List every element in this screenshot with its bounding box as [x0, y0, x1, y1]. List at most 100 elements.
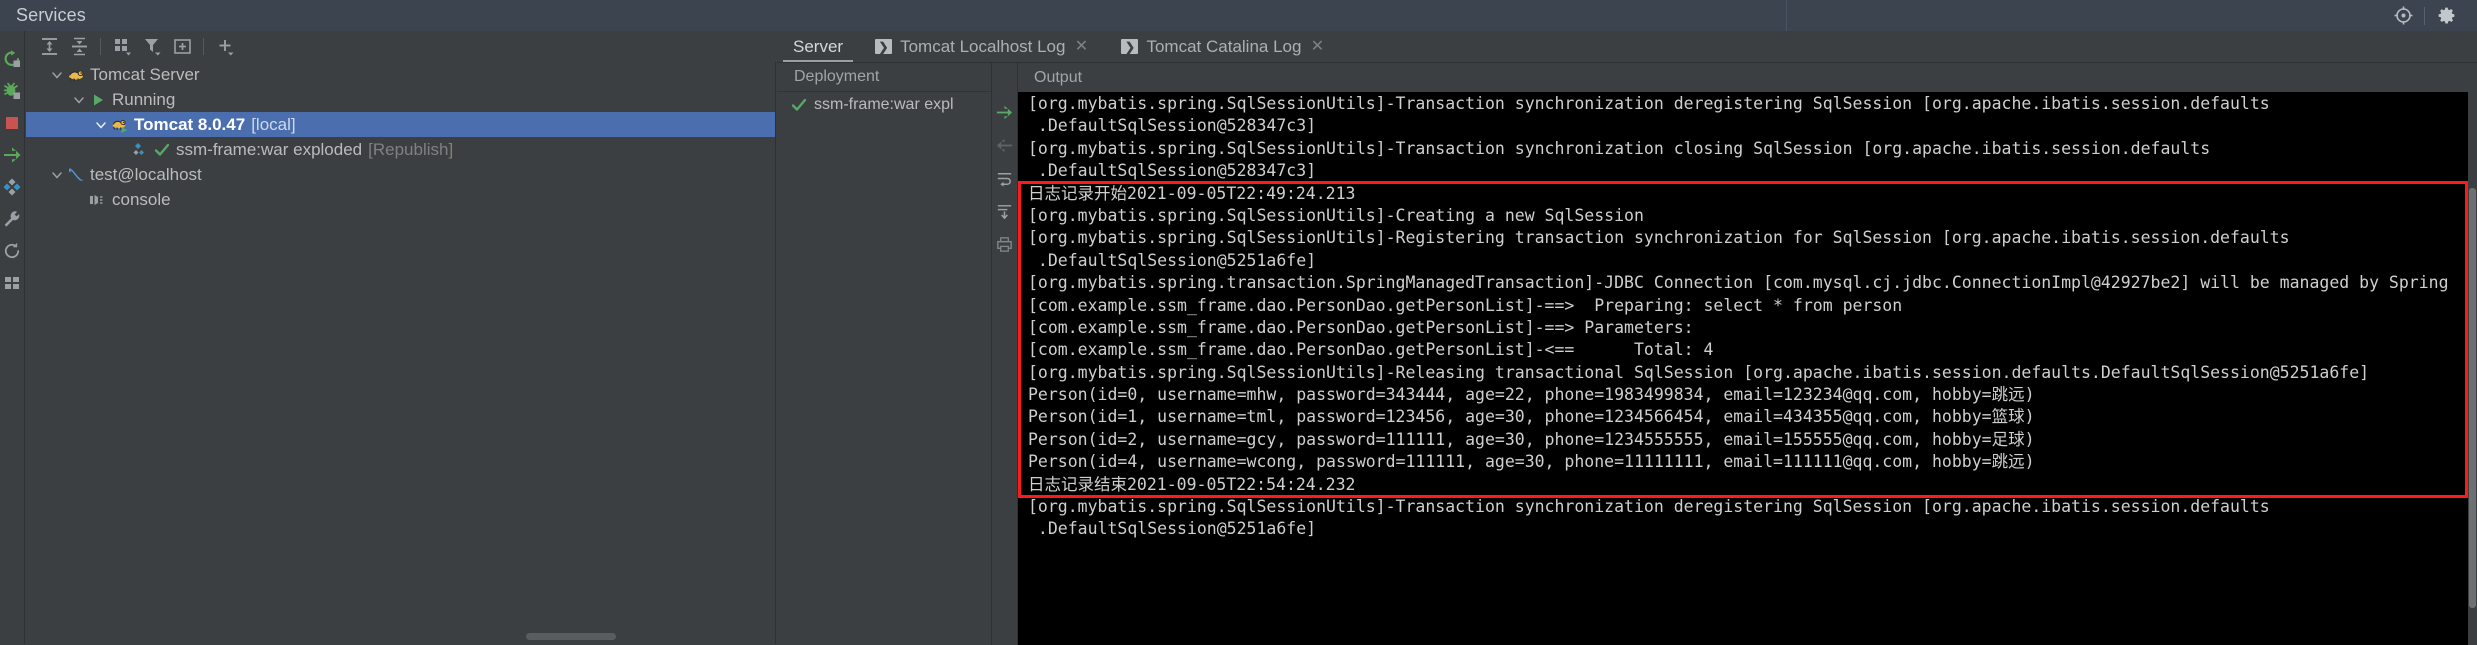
redeploy-icon[interactable]	[0, 141, 25, 169]
check-ok-icon	[791, 97, 807, 113]
console-line: [org.mybatis.spring.SqlSessionUtils]-Cre…	[1028, 205, 1644, 225]
console-line: 日志记录结束2021-09-05T22:54:24.232	[1028, 474, 1356, 494]
print-icon[interactable]	[994, 233, 1016, 255]
page-title: Services	[16, 5, 86, 25]
console-scroll-thumb[interactable]	[2469, 188, 2476, 608]
chevron-down-icon[interactable]	[70, 91, 88, 109]
log-tab-icon: ❯	[1121, 39, 1139, 54]
collapse-all-icon[interactable]	[64, 34, 94, 59]
console-line: [org.mybatis.spring.SqlSessionUtils]-Tra…	[1028, 94, 2270, 113]
console-line: .DefaultSqlSession@528347c3]	[1028, 116, 1317, 136]
console-line: [org.mybatis.spring.SqlSessionUtils]-Tra…	[1028, 138, 2211, 158]
tomcat-run-icon	[110, 116, 130, 134]
title-bar: Services	[0, 0, 2477, 31]
tree-node-console[interactable]: console	[26, 187, 775, 212]
artifacts-icon[interactable]	[0, 173, 25, 201]
chevron-down-icon[interactable]	[92, 116, 110, 134]
tab-label: Server	[793, 36, 844, 56]
console-line: .DefaultSqlSession@528347c3]	[1028, 161, 1317, 181]
services-tool-window: Services Tomcat Server Running Tomcat 8.…	[0, 0, 2477, 645]
console-line: [com.example.ssm_frame.dao.PersonDao.get…	[1028, 295, 1903, 315]
add-icon[interactable]	[210, 34, 240, 59]
tab-bar: Server ❯ Tomcat Localhost Log ✕ ❯ Tomcat…	[777, 31, 2477, 63]
deployment-item-label: ssm-frame:war expl	[814, 96, 954, 113]
console-line: [org.mybatis.spring.SqlSessionUtils]-Rel…	[1028, 362, 2370, 382]
right-pane: Server ❯ Tomcat Localhost Log ✕ ❯ Tomcat…	[777, 31, 2477, 645]
console-side-toolbar	[992, 63, 1018, 645]
deployment-header: Deployment	[777, 63, 991, 92]
left-action-strip	[0, 31, 25, 644]
chevron-down-icon[interactable]	[48, 66, 66, 84]
mysql-dolphin-icon	[66, 166, 86, 184]
expand-all-icon[interactable]	[34, 34, 64, 59]
tree-node-label: Tomcat Server	[90, 64, 200, 84]
console-line: [org.mybatis.spring.SqlSessionUtils]-Tra…	[1028, 497, 2270, 517]
close-icon[interactable]: ✕	[1073, 38, 1089, 55]
console-icon	[88, 191, 108, 209]
console-line: [com.example.ssm_frame.dao.PersonDao.get…	[1028, 340, 1714, 360]
tomcat-icon	[66, 66, 86, 84]
deploy-icon[interactable]	[994, 101, 1016, 123]
run-green-icon	[88, 91, 108, 109]
chevron-down-icon[interactable]	[48, 166, 66, 184]
console-line: Person(id=1, username=tml, password=1234…	[1028, 407, 2035, 427]
settings-wrench-icon[interactable]	[0, 205, 25, 233]
console-line: Person(id=4, username=wcong, password=11…	[1028, 452, 2035, 472]
group-by-icon[interactable]	[107, 34, 137, 59]
tab-tomcat-catalina-log[interactable]: ❯ Tomcat Catalina Log ✕	[1105, 31, 1341, 62]
console-line: .DefaultSqlSession@5251a6fe]	[1028, 250, 1317, 270]
tree-node-ssm-frame-war-exploded[interactable]: ssm-frame:war exploded [Republish]	[26, 137, 775, 162]
tab-tomcat-localhost-log[interactable]: ❯ Tomcat Localhost Log ✕	[859, 31, 1105, 62]
toolbar-separator-1	[100, 38, 101, 55]
output-panel: Output [org.mybatis.spring.SqlSessionUti…	[1018, 63, 2477, 645]
log-tab-icon: ❯	[875, 39, 893, 54]
tab-body: Deployment ssm-frame:war expl Output [or…	[777, 63, 2477, 645]
output-header: Output	[1018, 63, 2477, 92]
undeploy-icon	[994, 134, 1016, 156]
tree-node-label: ssm-frame:war exploded	[176, 139, 363, 159]
tab-server[interactable]: Server	[777, 31, 859, 62]
scroll-to-end-icon[interactable]	[994, 200, 1016, 222]
deployment-panel: Deployment ssm-frame:war expl	[777, 63, 992, 645]
locate-icon[interactable]	[2386, 0, 2420, 31]
console-line: [com.example.ssm_frame.dao.PersonDao.get…	[1028, 317, 1694, 337]
stop-icon[interactable]	[0, 109, 25, 137]
console-line: .DefaultSqlSession@5251a6fe]	[1028, 519, 1317, 539]
titlebar-actions	[2386, 0, 2463, 31]
tab-label: Tomcat Localhost Log	[900, 36, 1066, 56]
tree-node-label: Running	[112, 89, 176, 109]
tab-label: Tomcat Catalina Log	[1146, 36, 1302, 56]
toolbar-separator-2	[203, 38, 204, 55]
rerun-icon[interactable]	[0, 45, 25, 73]
deployment-item-ssm-frame[interactable]: ssm-frame:war expl	[777, 92, 991, 118]
tree-horizontal-scrollbar[interactable]	[526, 633, 616, 640]
artifact-icon	[132, 141, 152, 159]
tree-node-suffix: [Republish]	[368, 139, 454, 159]
gear-icon[interactable]	[2429, 0, 2463, 31]
console-line: Person(id=0, username=mhw, password=3434…	[1028, 385, 2035, 405]
close-icon[interactable]: ✕	[1309, 38, 1325, 55]
services-tree[interactable]: Tomcat Server Running Tomcat 8.0.47 [loc…	[26, 62, 776, 644]
tree-node-tomcat-8047-local[interactable]: Tomcat 8.0.47 [local]	[26, 112, 775, 137]
grid-icon[interactable]	[0, 269, 25, 297]
console-line: [org.mybatis.spring.SqlSessionUtils]-Reg…	[1028, 228, 2290, 248]
console-output[interactable]: [org.mybatis.spring.SqlSessionUtils]-Tra…	[1018, 92, 2477, 645]
soft-wrap-icon[interactable]	[994, 167, 1016, 189]
filter-icon[interactable]	[137, 34, 167, 59]
refresh-icon[interactable]	[0, 237, 25, 265]
tree-node-label: console	[112, 189, 171, 209]
tree-node-suffix: [local]	[251, 114, 296, 134]
tree-node-tomcat-server[interactable]: Tomcat Server	[26, 62, 775, 87]
titlebar-action-separator	[2424, 6, 2425, 25]
check-ok-icon	[152, 141, 172, 159]
add-tab-icon[interactable]	[167, 34, 197, 59]
tree-node-label: test@localhost	[90, 164, 202, 184]
tree-node-running[interactable]: Running	[26, 87, 775, 112]
console-line: Person(id=2, username=gcy, password=1111…	[1028, 429, 2035, 449]
console-line: [org.mybatis.spring.transaction.SpringMa…	[1028, 273, 2449, 293]
titlebar-divider	[1786, 0, 1787, 31]
tree-node-test-localhost[interactable]: test@localhost	[26, 162, 775, 187]
console-scrollbar[interactable]	[2468, 92, 2477, 645]
debug-icon[interactable]	[0, 77, 25, 105]
console-line: 日志记录开始2021-09-05T22:49:24.213	[1028, 183, 1356, 203]
